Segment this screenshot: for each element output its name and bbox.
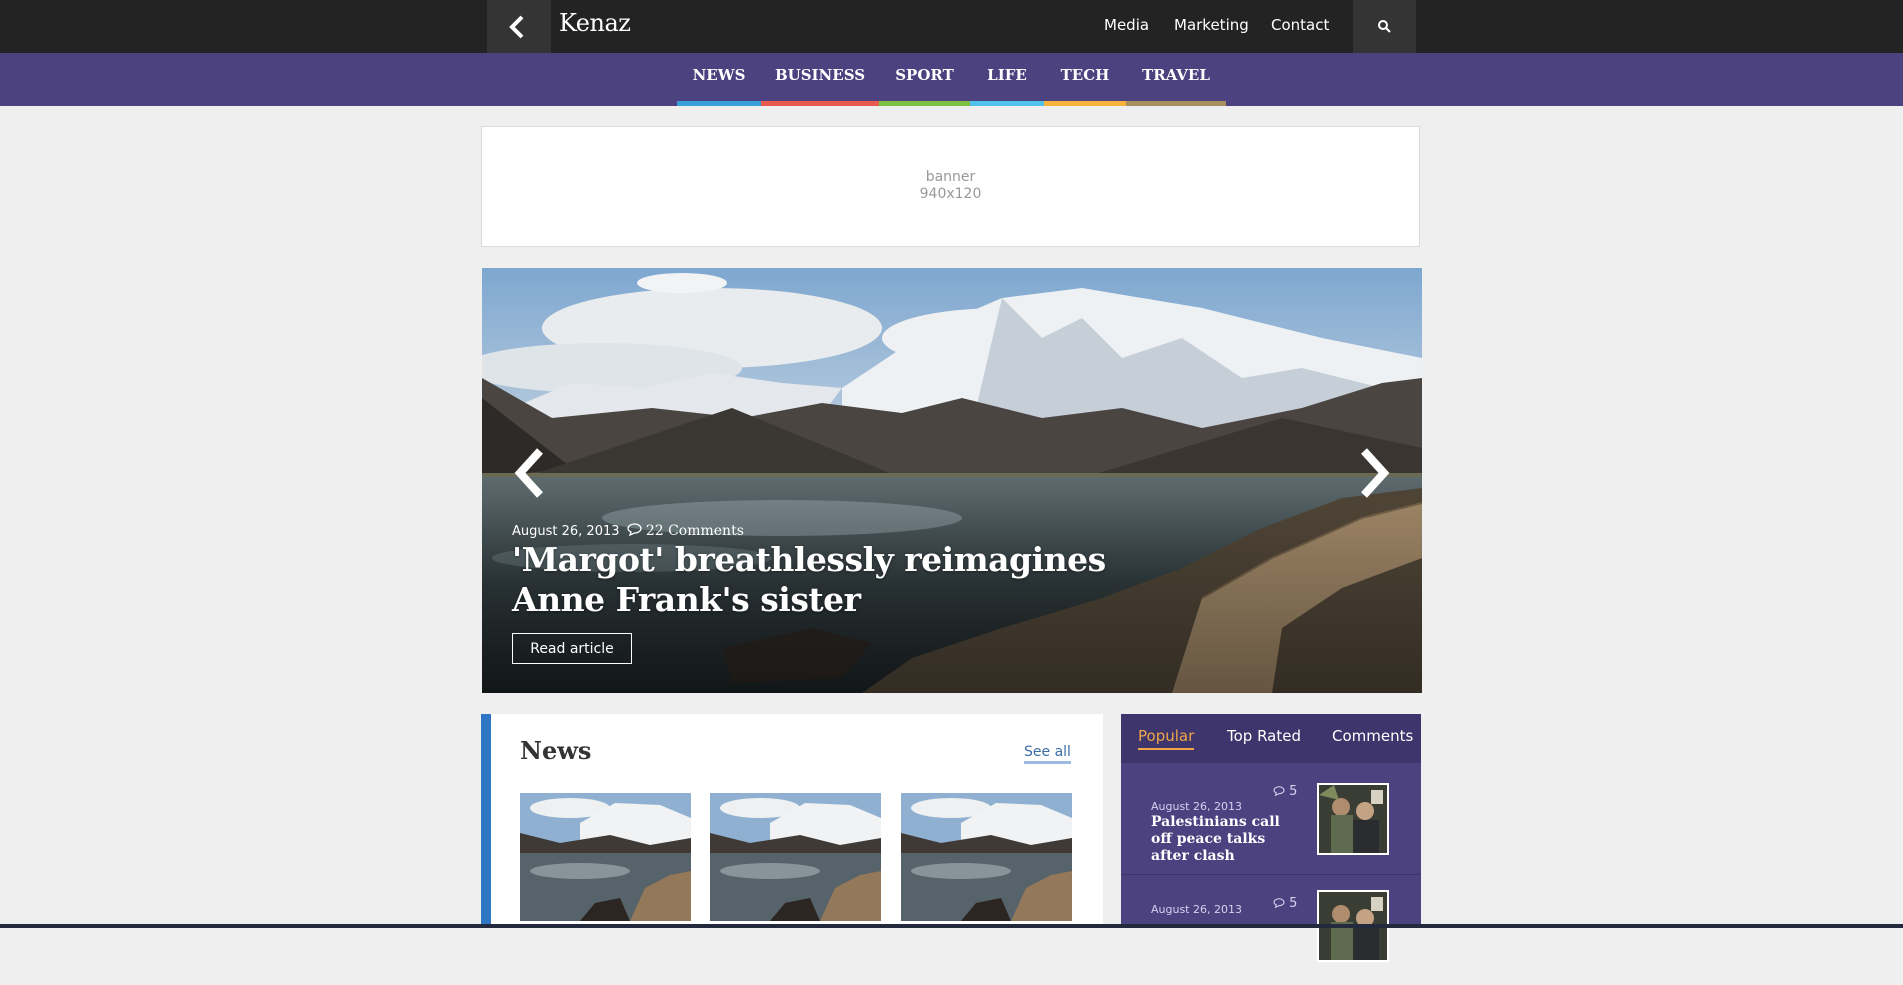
news-section: News See all: [481, 714, 1103, 928]
widget-item[interactable]: 5 August 26, 2013: [1121, 875, 1421, 985]
page-bottom-strip: [0, 924, 1903, 928]
item-thumbnail[interactable]: [1317, 783, 1389, 855]
hero-comments[interactable]: 22 Comments: [646, 523, 744, 539]
news-thumbnail[interactable]: [520, 793, 691, 921]
prev-slide-button[interactable]: [510, 443, 550, 503]
category-nav: NEWS BUSINESS SPORT LIFE TECH TRAVEL: [0, 53, 1903, 106]
widget-item[interactable]: 5 August 26, 2013 Palestinians call off …: [1121, 763, 1421, 873]
hero-title[interactable]: 'Margot' breathlessly reimagines Anne Fr…: [512, 540, 1132, 620]
tab-comments[interactable]: Comments: [1332, 727, 1413, 745]
next-arrow-icon: [1361, 448, 1390, 498]
search-button[interactable]: [1353, 0, 1416, 53]
banner-size: 940x120: [919, 186, 982, 202]
category-underline: [879, 101, 970, 106]
category-underline: [761, 101, 879, 106]
back-chevron-icon: [509, 15, 524, 39]
category-life[interactable]: LIFE: [970, 53, 1044, 106]
news-thumbnail-image: [901, 793, 1072, 921]
tab-popular[interactable]: Popular: [1138, 727, 1195, 750]
nav-contact[interactable]: Contact: [1271, 16, 1329, 34]
hero-date: August 26, 2013: [512, 524, 620, 539]
news-thumbnail-image: [520, 793, 691, 921]
item-comment-count: 5: [1273, 896, 1297, 911]
item-title[interactable]: Palestinians call off peace talks after …: [1151, 814, 1301, 865]
category-news[interactable]: NEWS: [677, 53, 761, 106]
comment-icon: [1273, 898, 1285, 909]
comment-count: 5: [1289, 784, 1298, 799]
news-thumbnail-image: [710, 793, 881, 921]
widget-tabs: Popular Top Rated Comments: [1121, 714, 1421, 763]
nav-media[interactable]: Media: [1104, 16, 1149, 34]
category-sport[interactable]: SPORT: [879, 53, 970, 106]
category-underline: [970, 101, 1044, 106]
item-thumbnail-image: [1319, 785, 1387, 853]
category-travel[interactable]: TRAVEL: [1126, 53, 1226, 106]
site-logo[interactable]: Kenaz: [559, 9, 631, 37]
category-tech[interactable]: TECH: [1044, 53, 1126, 106]
top-bar: Kenaz Media Marketing Contact: [0, 0, 1903, 53]
back-button[interactable]: [487, 0, 551, 53]
category-business[interactable]: BUSINESS: [761, 53, 879, 106]
hero-meta: August 26, 2013 22 Comments: [512, 523, 744, 539]
category-label: LIFE: [987, 66, 1027, 84]
category-underline: [1044, 101, 1126, 106]
category-label: SPORT: [895, 66, 954, 84]
tab-top-rated[interactable]: Top Rated: [1227, 727, 1301, 745]
news-thumbnail[interactable]: [710, 793, 881, 921]
read-article-button[interactable]: Read article: [512, 633, 632, 664]
category-label: NEWS: [692, 66, 746, 84]
category-underline: [1126, 101, 1226, 106]
nav-marketing[interactable]: Marketing: [1174, 16, 1249, 34]
ad-banner[interactable]: banner 940x120: [481, 126, 1420, 247]
comment-count: 5: [1289, 896, 1298, 911]
news-heading: News: [520, 736, 592, 765]
hero-slider[interactable]: August 26, 2013 22 Comments 'Margot' bre…: [482, 268, 1422, 693]
search-icon: [1378, 20, 1391, 33]
news-accent-bar: [481, 714, 491, 928]
hero-image: [482, 268, 1422, 693]
news-thumbnail[interactable]: [901, 793, 1072, 921]
item-comment-count: 5: [1273, 784, 1297, 799]
item-date: August 26, 2013: [1151, 903, 1242, 916]
next-slide-button[interactable]: [1354, 443, 1394, 503]
category-label: BUSINESS: [774, 66, 866, 84]
comment-icon: [627, 523, 642, 537]
popular-widget: Popular Top Rated Comments 5 August 26, …: [1121, 714, 1421, 962]
prev-arrow-icon: [514, 448, 543, 498]
item-date: August 26, 2013: [1151, 800, 1242, 813]
category-label: TECH: [1060, 66, 1110, 84]
comment-icon: [1273, 786, 1285, 797]
see-all-link[interactable]: See all: [1024, 744, 1071, 764]
banner-label: banner: [925, 169, 976, 185]
category-label: TRAVEL: [1142, 66, 1210, 84]
category-underline: [677, 101, 761, 106]
